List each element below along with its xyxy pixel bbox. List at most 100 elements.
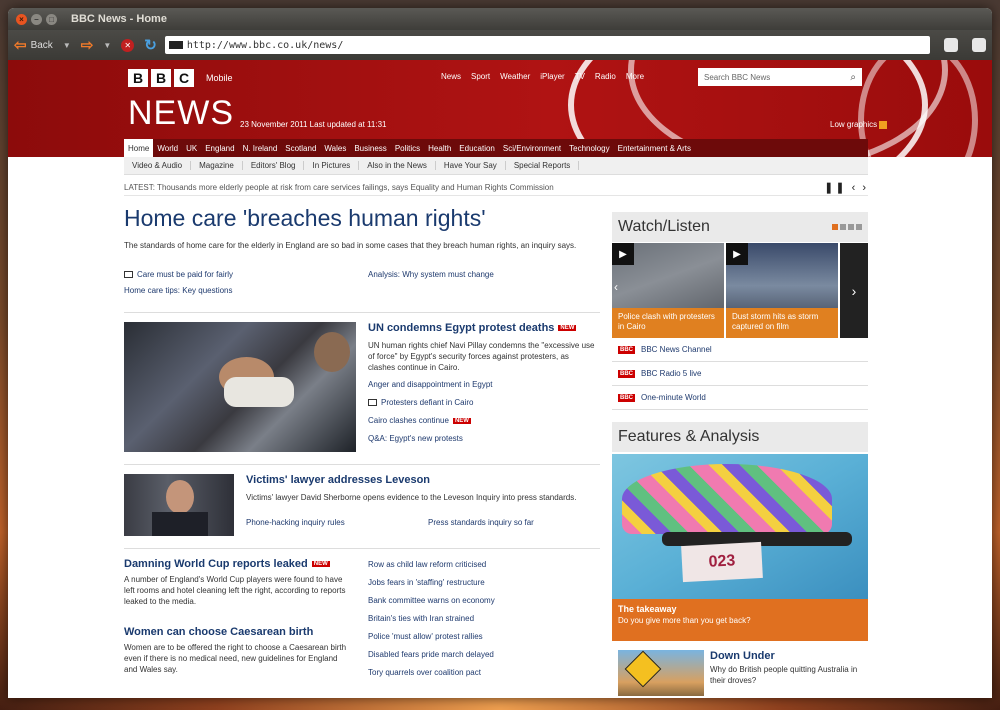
list-link[interactable]: Jobs fears in 'staffing' restructure [368, 578, 485, 587]
back-button[interactable]: ⇦ Back [14, 36, 53, 54]
story-link[interactable]: Q&A: Egypt's new protests [368, 434, 463, 443]
news-title[interactable]: NEWS [128, 94, 234, 133]
watch-row-label: One-minute World [641, 393, 706, 402]
window-minimize-button[interactable]: – [31, 13, 42, 25]
reload-icon[interactable]: ↻ [144, 36, 157, 54]
nav-item[interactable]: N. Ireland [239, 144, 282, 153]
lead-link-tips[interactable]: Home care tips: Key questions [124, 286, 233, 295]
subnav-item[interactable]: Video & Audio [124, 161, 192, 170]
nav-item[interactable]: England [201, 144, 238, 153]
topnav-item[interactable]: Radio [595, 72, 616, 81]
list-link[interactable]: Disabled fears pride march delayed [368, 650, 494, 659]
story-link[interactable]: Anger and disappointment in Egypt [368, 380, 493, 389]
subnav-item[interactable]: Magazine [191, 161, 243, 170]
features-image[interactable]: 023 [612, 454, 868, 599]
forward-button[interactable]: ⇨ [81, 36, 94, 54]
egypt-protest-photo[interactable] [124, 322, 356, 452]
search-input[interactable]: Search BBC News ⌕ [698, 68, 862, 86]
topnav-item[interactable]: Sport [471, 72, 490, 81]
story-headline[interactable]: Damning World Cup reports leaked NEW [124, 558, 330, 570]
nav-item[interactable]: Health [424, 144, 455, 153]
window-close-button[interactable]: × [16, 13, 27, 25]
lead-headline[interactable]: Home care 'breaches human rights' [124, 205, 486, 232]
logo-letter: C [174, 69, 194, 87]
bbc-logo[interactable]: B B C [128, 69, 194, 87]
subnav-item[interactable]: Special Reports [506, 161, 580, 170]
swirl-graphic-3 [858, 60, 978, 157]
carousel-dots[interactable] [832, 224, 862, 230]
search-icon[interactable]: ⌕ [850, 72, 856, 83]
topnav-item[interactable]: News [441, 72, 461, 81]
watch-row-label: BBC Radio 5 live [641, 369, 702, 378]
carousel-next-icon[interactable]: › [840, 243, 868, 338]
nav-item-home[interactable]: Home [124, 139, 154, 157]
story4-title: Damning World Cup reports leaked [124, 558, 308, 570]
lead-link-label: Care must be paid for fairly [137, 270, 234, 279]
lead-link-video[interactable]: Care must be paid for fairly [124, 270, 233, 279]
stop-icon[interactable]: ✕ [121, 38, 135, 52]
back-history-dropdown-icon[interactable]: ▼ [63, 41, 71, 50]
subnav-item[interactable]: In Pictures [304, 161, 360, 170]
site-favicon-icon [168, 41, 183, 49]
lead-link-analysis[interactable]: Analysis: Why system must change [368, 270, 494, 279]
story-link[interactable]: Phone-hacking inquiry rules [246, 518, 345, 527]
divider [124, 548, 600, 549]
list-link[interactable]: Tory quarrels over coalition pact [368, 668, 481, 677]
leveson-photo[interactable] [124, 474, 234, 536]
topnav-item[interactable]: TV [575, 72, 585, 81]
list-link[interactable]: Britain's ties with Iran strained [368, 614, 474, 623]
ticker-controls-icon[interactable]: ❚❚ ‹ › [824, 181, 868, 194]
nav-item[interactable]: Wales [320, 144, 350, 153]
bookmark-button[interactable] [944, 38, 958, 52]
ticker-text[interactable]: LATEST: Thousands more elderly people at… [124, 183, 554, 192]
watch-row[interactable]: BBC BBC News Channel [612, 338, 868, 362]
address-bar[interactable]: http://www.bbc.co.uk/news/ [164, 36, 930, 54]
window-titlebar: × – □ BBC News - Home [8, 8, 992, 30]
menu-button[interactable] [972, 38, 986, 52]
topnav-item[interactable]: More [626, 72, 644, 81]
story-link-video[interactable]: Protesters defiant in Cairo [368, 398, 474, 407]
story-link[interactable]: Press standards inquiry so far [428, 518, 534, 527]
story-headline[interactable]: Victims' lawyer addresses Leveson [246, 474, 430, 486]
watch-listen-title: Watch/Listen [618, 218, 710, 235]
mobile-link[interactable]: Mobile [206, 73, 233, 83]
nav-item[interactable]: Scotland [281, 144, 320, 153]
video-tile[interactable]: ▶ Police clash with protesters in Cairo [612, 243, 724, 338]
topnav-item[interactable]: Weather [500, 72, 530, 81]
lead-summary: The standards of home care for the elder… [124, 241, 577, 250]
video-caption: Dust storm hits as storm captured on fil… [726, 308, 838, 338]
nav-item[interactable]: UK [182, 144, 201, 153]
kangaroo-sign-photo[interactable] [618, 650, 704, 696]
list-link[interactable]: Police 'must allow' protest rallies [368, 632, 483, 641]
list-link[interactable]: Bank committee warns on economy [368, 596, 495, 605]
list-link[interactable]: Row as child law reform criticised [368, 560, 486, 569]
features-strip[interactable]: The takeaway Do you give more than you g… [612, 599, 868, 641]
nav-item[interactable]: Sci/Environment [499, 144, 565, 153]
logo-letter: B [128, 69, 148, 87]
watch-row[interactable]: BBC One-minute World [612, 386, 868, 410]
nav-item[interactable]: Education [455, 144, 499, 153]
story-link[interactable]: Cairo clashes continue NEW [368, 416, 471, 425]
features-item-title[interactable]: Down Under [710, 650, 775, 662]
nav-item[interactable]: Business [350, 144, 390, 153]
story-headline[interactable]: Women can choose Caesarean birth [124, 626, 313, 638]
subnav-item[interactable]: Also in the News [359, 161, 436, 170]
video-tile[interactable]: ▶ Dust storm hits as storm captured on f… [726, 243, 838, 338]
subnav-item[interactable]: Have Your Say [436, 161, 506, 170]
story-headline[interactable]: UN condemns Egypt protest deaths NEW [368, 322, 577, 334]
carousel-prev-icon[interactable]: ‹ [614, 280, 618, 294]
news-ticker: LATEST: Thousands more elderly people at… [124, 180, 868, 196]
window-maximize-button[interactable]: □ [46, 13, 57, 25]
nav-item[interactable]: Entertainment & Arts [614, 144, 695, 153]
nav-item[interactable]: Technology [565, 144, 613, 153]
play-icon[interactable]: ▶ [612, 243, 634, 265]
nav-item[interactable]: Politics [391, 144, 424, 153]
forward-history-dropdown-icon[interactable]: ▼ [103, 41, 111, 50]
nav-item[interactable]: World [153, 144, 182, 153]
photo-suit [152, 512, 208, 536]
play-icon[interactable]: ▶ [726, 243, 748, 265]
watch-row[interactable]: BBC BBC Radio 5 live [612, 362, 868, 386]
topnav-item[interactable]: iPlayer [540, 72, 564, 81]
low-graphics-link[interactable]: Low graphics [830, 120, 888, 129]
subnav-item[interactable]: Editors' Blog [243, 161, 305, 170]
